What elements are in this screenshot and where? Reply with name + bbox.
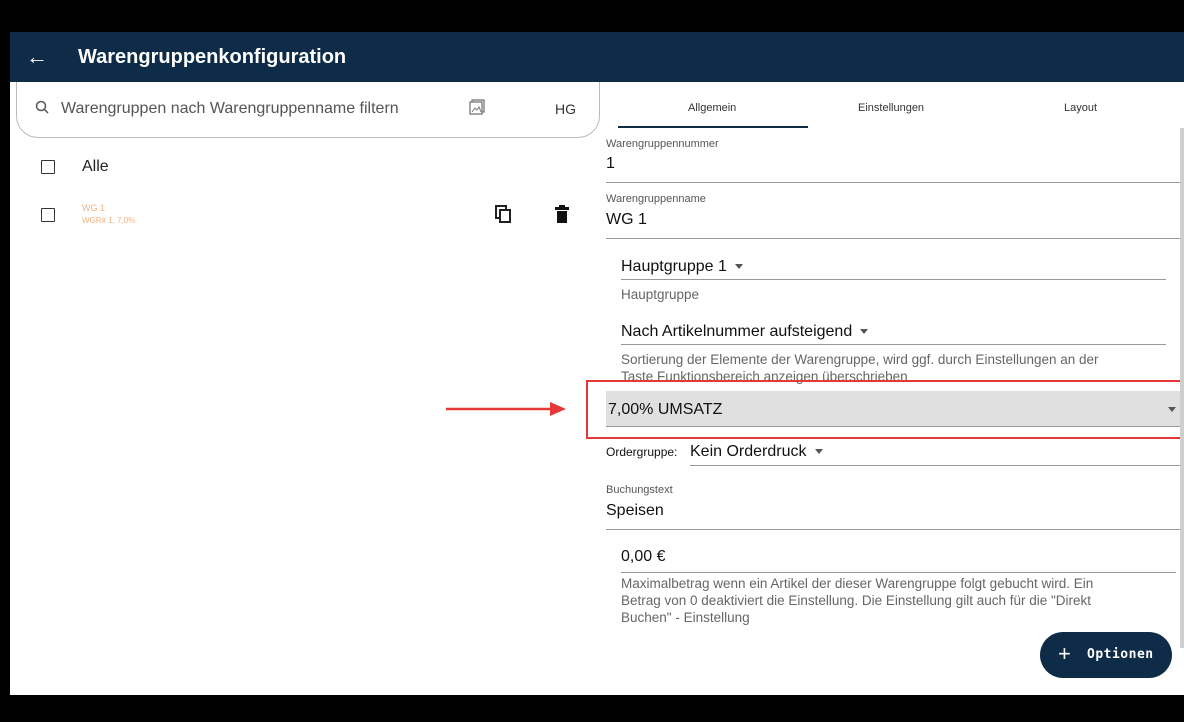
tab-allgemein[interactable]: Allgemein	[688, 102, 736, 114]
select-all-checkbox[interactable]	[41, 160, 55, 174]
tab-layout[interactable]: Layout	[1064, 102, 1097, 114]
name-field[interactable]: WG 1	[606, 211, 647, 229]
nummer-label: Warengruppennummer	[606, 138, 719, 150]
annotation-arrow-icon	[446, 402, 566, 416]
hauptgruppe-value: Hauptgruppe 1	[621, 258, 727, 275]
chevron-down-icon	[860, 329, 869, 335]
chevron-down-icon	[734, 264, 743, 270]
plus-icon: +	[1058, 641, 1071, 666]
name-label: Warengruppenname	[606, 193, 706, 205]
tab-bar: Allgemein Einstellungen Layout	[606, 82, 1184, 128]
betrag-field[interactable]: 0,00 €	[621, 548, 665, 566]
search-bar[interactable]: Warengruppen nach Warengruppenname filte…	[16, 82, 600, 138]
hauptgruppe-hint: Hauptgruppe	[621, 287, 700, 302]
sortierung-value: Nach Artikelnummer aufsteigend	[621, 323, 853, 340]
optionen-label: Optionen	[1087, 647, 1154, 662]
hg-filter-button[interactable]: HG	[555, 101, 576, 117]
buchungstext-label: Buchungstext	[606, 484, 673, 496]
buchungstext-field[interactable]: Speisen	[606, 502, 664, 520]
sortierung-hint: Sortierung der Elemente der Warengruppe,…	[621, 352, 1099, 367]
search-icon	[35, 100, 49, 114]
nummer-field[interactable]: 1	[606, 155, 615, 173]
scrollbar[interactable]	[1180, 128, 1184, 648]
divider	[606, 529, 1180, 530]
item-checkbox[interactable]	[41, 208, 55, 222]
divider	[606, 182, 1180, 183]
divider	[606, 238, 1180, 239]
select-all-label: Alle	[82, 158, 109, 175]
arrow-left-icon[interactable]: ←	[26, 44, 48, 70]
page-title: Warengruppenkonfiguration	[78, 46, 347, 68]
highlight-box	[586, 380, 1184, 439]
divider	[621, 344, 1166, 345]
copy-icon[interactable]	[495, 205, 511, 223]
optionen-button[interactable]: + Optionen	[1040, 632, 1172, 678]
app-screen: ← Warengruppenkonfiguration Warengruppen…	[10, 32, 1184, 695]
item-title: WG 1	[82, 203, 106, 213]
tab-einstellungen[interactable]: Einstellungen	[858, 102, 924, 114]
divider	[690, 465, 1180, 466]
chevron-down-icon	[814, 449, 823, 455]
ordergruppe-label: Ordergruppe:	[606, 445, 678, 459]
betrag-hint-3: Buchen" - Einstellung	[621, 610, 750, 625]
trash-icon[interactable]	[555, 205, 569, 223]
ordergruppe-select[interactable]: Kein Orderdruck	[690, 443, 823, 461]
betrag-hint: Maximalbetrag wenn ein Artikel der diese…	[621, 576, 1094, 591]
divider	[621, 572, 1176, 573]
item-subtitle: WGR# 1, 7,0%	[82, 216, 136, 225]
divider	[621, 279, 1166, 280]
image-filter-icon[interactable]	[469, 98, 487, 116]
ordergruppe-value: Kein Orderdruck	[690, 443, 807, 460]
search-input[interactable]: Warengruppen nach Warengruppenname filte…	[61, 100, 399, 118]
betrag-hint-2: Betrag von 0 deaktiviert die Einstellung…	[621, 593, 1092, 608]
hauptgruppe-dropdown[interactable]: Hauptgruppe 1	[621, 258, 743, 276]
app-bar: ← Warengruppenkonfiguration	[10, 32, 1184, 82]
sortierung-dropdown[interactable]: Nach Artikelnummer aufsteigend	[621, 323, 869, 341]
active-tab-indicator	[618, 126, 808, 128]
